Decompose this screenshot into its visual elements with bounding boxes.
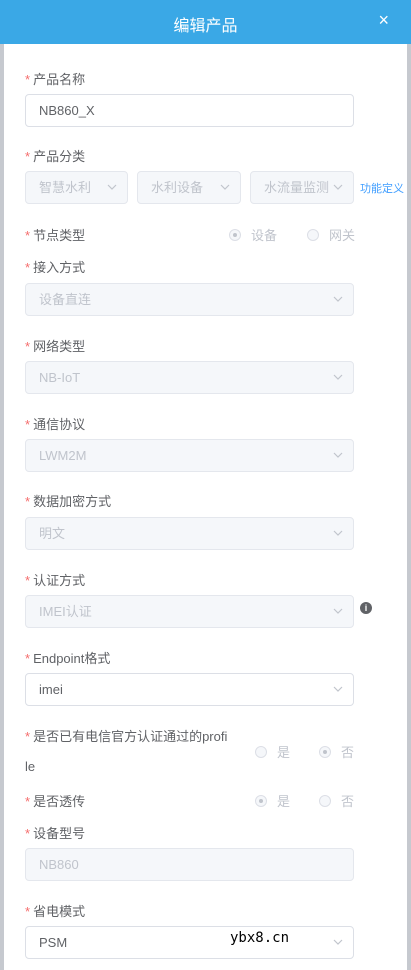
radio-unchecked-icon	[307, 228, 319, 241]
passthrough-label: * 是否透传	[25, 794, 86, 809]
chevron-down-icon	[333, 184, 343, 190]
endpoint-label: * Endpoint格式	[25, 651, 111, 666]
node-type-device-radio[interactable]: 设备	[229, 225, 277, 244]
dialog-header: 编辑产品 ×	[0, 0, 411, 44]
radio-checked-icon	[255, 794, 267, 807]
category-select-3[interactable]: 水流量监测	[250, 171, 354, 204]
chevron-down-icon	[333, 452, 343, 458]
radio-unchecked-icon	[255, 745, 267, 758]
network-type-select[interactable]: NB-IoT	[25, 361, 354, 394]
protocol-select[interactable]: LWM2M	[25, 439, 354, 472]
function-definition-link[interactable]: 功能定义	[360, 180, 404, 196]
category-select-2[interactable]: 水利设备	[137, 171, 241, 204]
profile-yes-radio[interactable]: 是	[255, 742, 290, 761]
profile-label: * 是否已有电信官方认证通过的profi	[25, 729, 228, 744]
chevron-down-icon	[333, 530, 343, 536]
chevron-down-icon	[333, 608, 343, 614]
chevron-down-icon	[333, 374, 343, 380]
radio-checked-icon	[229, 228, 241, 241]
chevron-down-icon	[333, 296, 343, 302]
chevron-down-icon	[333, 686, 343, 692]
auth-label: * 认证方式	[25, 573, 86, 588]
profile-label-continued: le	[25, 759, 36, 774]
auth-select[interactable]: IMEI认证	[25, 595, 354, 628]
chevron-down-icon	[220, 184, 230, 190]
device-model-label: * 设备型号	[25, 826, 86, 841]
access-mode-label: * 接入方式	[25, 260, 86, 275]
right-backdrop-strip	[407, 44, 411, 970]
radio-unchecked-icon	[319, 794, 331, 807]
power-mode-label: * 省电模式	[25, 904, 86, 919]
info-icon[interactable]: i	[360, 602, 372, 614]
node-type-gateway-radio[interactable]: 网关	[307, 225, 355, 244]
chevron-down-icon	[107, 184, 117, 190]
profile-no-radio[interactable]: 否	[319, 742, 354, 761]
category-select-1[interactable]: 智慧水利	[25, 171, 128, 204]
radio-checked-icon	[319, 745, 331, 758]
close-icon[interactable]: ×	[378, 10, 389, 31]
left-backdrop-strip	[0, 44, 4, 970]
encryption-select[interactable]: 明文	[25, 517, 354, 550]
watermark: ybx8.cn	[230, 930, 290, 946]
network-type-label: * 网络类型	[25, 339, 86, 354]
node-type-label: * 节点类型	[25, 228, 86, 243]
endpoint-select[interactable]: imei	[25, 673, 354, 706]
encryption-label: * 数据加密方式	[25, 494, 112, 509]
product-name-input[interactable]: NB860_X	[25, 94, 354, 127]
chevron-down-icon	[333, 939, 343, 945]
protocol-label: * 通信协议	[25, 417, 86, 432]
access-mode-select[interactable]: 设备直连	[25, 283, 354, 316]
category-label: * 产品分类	[25, 149, 86, 164]
passthrough-yes-radio[interactable]: 是	[255, 791, 290, 810]
passthrough-no-radio[interactable]: 否	[319, 791, 354, 810]
product-name-label: * 产品名称	[25, 72, 86, 87]
device-model-input[interactable]: NB860	[25, 848, 354, 881]
power-mode-select[interactable]: PSM	[25, 926, 354, 959]
dialog-title: 编辑产品	[173, 18, 238, 35]
